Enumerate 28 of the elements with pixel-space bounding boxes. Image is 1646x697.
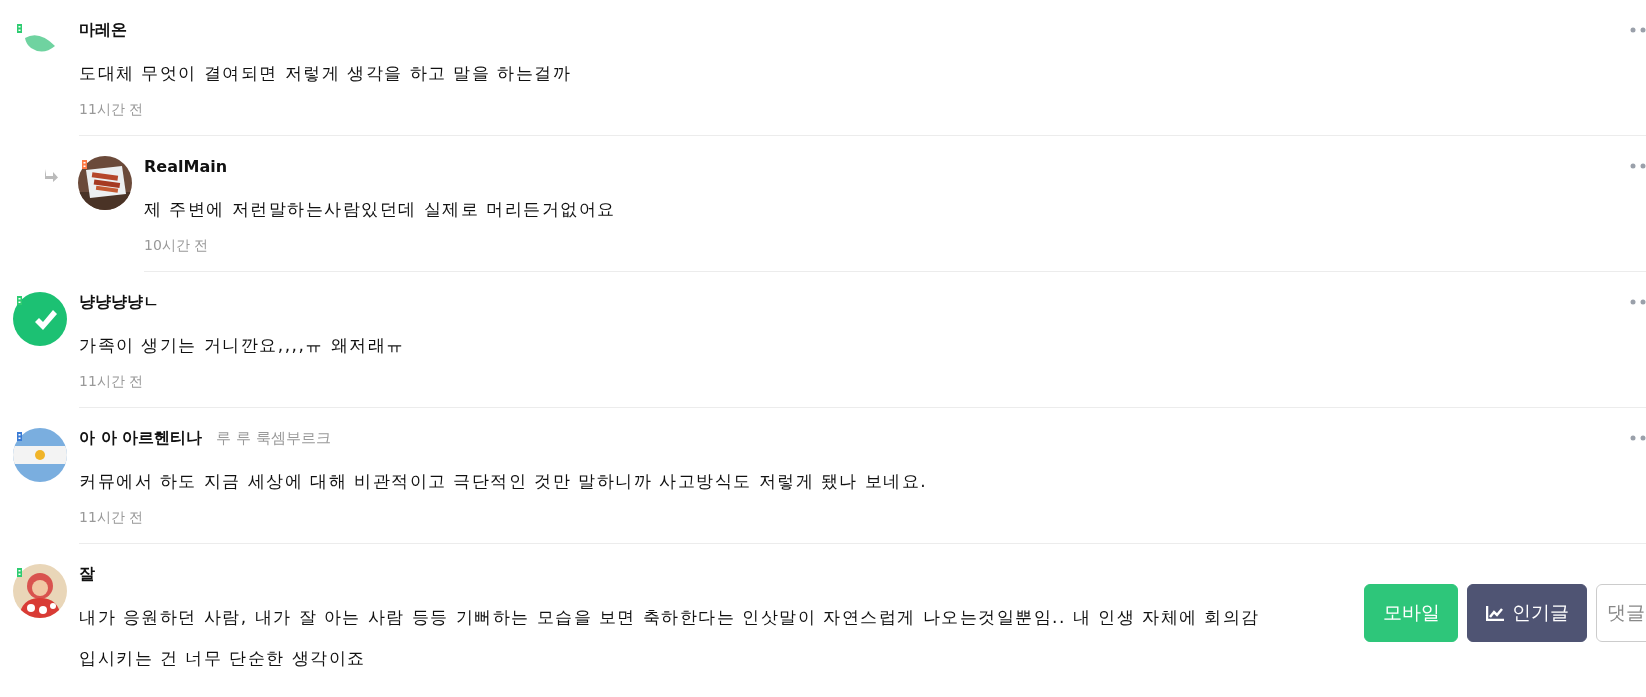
comment-text: 입시키는 건 너무 단순한 생각이죠 [79, 647, 366, 670]
comment-time: 11시간 전 [79, 372, 145, 391]
comment-time: 11시간 전 [79, 508, 145, 527]
comment-text: 내가 응원하던 사람, 내가 잘 아는 사람 등등 기뻐하는 모습을 보면 축하한다는 인삿말이 자연스럽게 나오는것일뿐임.. 내 인생 자체에 회의감 [79, 606, 1260, 629]
more-icon[interactable] [1630, 435, 1646, 441]
popular-button[interactable]: 인기글 [1467, 584, 1587, 642]
author-name: 냥냥냥냥ㄴ [79, 291, 159, 313]
avatar-logo [13, 292, 67, 346]
leaf-icon [23, 32, 57, 54]
comment-time: 11시간 전 [79, 100, 145, 119]
author-name: 마레온 [79, 19, 127, 41]
comment-text: 가족이 생기는 거니깐요,,,,ㅠ 왜저래ㅠ [79, 334, 405, 357]
chart-icon [1485, 605, 1504, 621]
comment-text: 도대체 무엇이 결여되면 저렇게 생각을 하고 말을 하는걸까 [79, 62, 572, 85]
mobile-button[interactable]: 모바일 [1364, 584, 1458, 642]
comment-text: 커뮤에서 하도 지금 세상에 대해 비관적이고 극단적인 것만 말하니까 사고방식도 저렇게 됐나 보네요. [79, 470, 928, 493]
flag-icon [13, 428, 67, 482]
comment-button[interactable]: 댓글 [1596, 584, 1646, 642]
more-icon[interactable] [1630, 163, 1646, 169]
author-name: RealMain [144, 156, 228, 176]
author-name: 아 아 아르헨티나 [79, 427, 203, 449]
comment-time: 10시간 전 [144, 236, 210, 255]
reply-arrow-icon [45, 169, 59, 182]
author-subtitle: 루 루 룩셈부르크 [216, 428, 331, 448]
author-name: 잘 [79, 563, 95, 585]
comment-text: 제 주변에 저런말하는사람있던데 실제로 머리든거없어요 [144, 198, 616, 221]
more-icon[interactable] [1630, 299, 1646, 305]
more-icon[interactable] [1630, 27, 1646, 33]
